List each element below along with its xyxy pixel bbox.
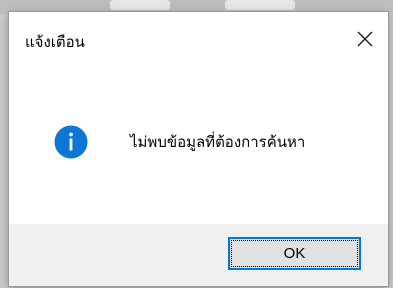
close-button[interactable] [342, 18, 388, 60]
dialog-message: ไม่พบข้อมูลที่ต้องการค้นหา [130, 133, 306, 151]
close-icon [357, 31, 373, 47]
info-icon [54, 125, 88, 159]
dialog-titlebar: แจ้งเตือน [9, 12, 388, 68]
dialog-footer: OK [9, 224, 388, 286]
dialog-content: ไม่พบข้อมูลที่ต้องการค้นหา [9, 68, 388, 226]
message-dialog: แจ้งเตือน ไม่พบข้อมูลที่ต้องการค้นหา OK [9, 12, 388, 286]
background-blur [225, 0, 295, 10]
dialog-title: แจ้งเตือน [25, 33, 85, 51]
background-blur [110, 0, 170, 10]
ok-button[interactable]: OK [228, 237, 361, 270]
ok-button-label: OK [283, 245, 306, 262]
